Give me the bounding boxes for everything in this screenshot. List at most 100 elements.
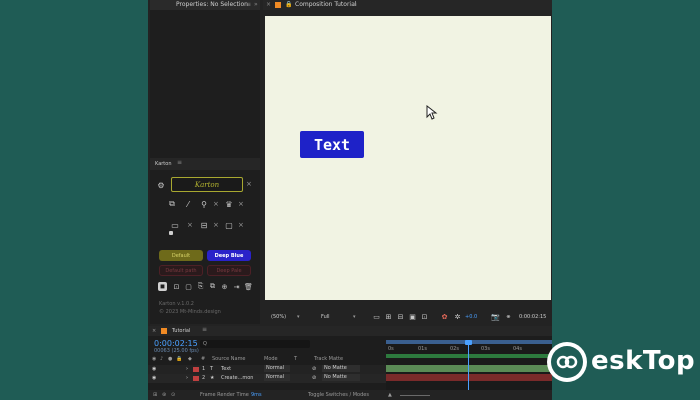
karton-panel: Karton ≡ ⚙ Karton × ⧉ ⁄ ⚲ × ♛ × ▭ × ⊟ × … bbox=[150, 158, 260, 324]
timeline-frame-info: 00063 (25.00 fps) bbox=[154, 348, 199, 354]
composition-tab[interactable]: Composition Tutorial bbox=[295, 0, 356, 10]
expand-layer-icon[interactable]: › bbox=[186, 366, 188, 372]
panel-close-icon[interactable]: × bbox=[266, 0, 271, 10]
layer-search-input[interactable]: Q bbox=[200, 340, 310, 348]
link-icon[interactable]: ⚲ bbox=[199, 199, 209, 209]
track-matte-select[interactable]: No Matte bbox=[322, 374, 360, 381]
visibility-toggle-icon[interactable]: ◉ bbox=[152, 366, 156, 372]
properties-panel-header: Properties: No Selection ≡ » bbox=[150, 0, 260, 10]
layer-duration-bar bbox=[386, 354, 552, 358]
karton-name-field[interactable]: Karton bbox=[171, 177, 243, 192]
layer-mode-select[interactable]: Normal bbox=[264, 365, 290, 372]
playhead[interactable] bbox=[468, 340, 469, 390]
expand-layer-icon[interactable]: › bbox=[186, 375, 188, 381]
zoom-out-icon[interactable]: ▲ bbox=[388, 392, 392, 398]
timeline-track-area[interactable]: 0s 01s 02s 03s 04s bbox=[386, 340, 552, 390]
magic-wand-icon[interactable]: ⁄ bbox=[183, 199, 193, 209]
ruler-label: 03s bbox=[481, 346, 490, 352]
ruler-label: 0s bbox=[388, 346, 394, 352]
layer-label-color[interactable] bbox=[193, 376, 199, 381]
t-header[interactable]: T bbox=[294, 356, 297, 362]
remove-link-icon[interactable]: × bbox=[213, 200, 219, 208]
duplicate-icon[interactable]: ⧉ bbox=[167, 199, 177, 209]
remove-crown-icon[interactable]: × bbox=[238, 200, 244, 208]
text-layer-preview[interactable]: Text bbox=[300, 131, 364, 158]
timeline-footer: ⊞ ⊛ ⊙ Frame Render Time 9ms Toggle Switc… bbox=[148, 390, 552, 400]
add-icon[interactable]: ⊕ bbox=[220, 282, 229, 291]
align-icon[interactable]: ▭ bbox=[170, 220, 180, 230]
timeline-zoom-slider[interactable] bbox=[400, 395, 430, 396]
remove-layout-icon[interactable]: × bbox=[213, 221, 219, 229]
watermark-text: eskTop bbox=[591, 346, 696, 376]
paste-icon[interactable]: ⎘ bbox=[196, 282, 205, 291]
preset-default-path-button[interactable]: Default path bbox=[159, 265, 203, 276]
lock-icon[interactable]: 🔒 bbox=[285, 0, 292, 10]
track-matte-header[interactable]: Track Matte bbox=[314, 356, 343, 362]
zoom-select[interactable]: (50%) bbox=[271, 314, 286, 320]
preset-deep-blue-button[interactable]: Deep Blue bbox=[207, 250, 251, 261]
layer-name[interactable]: Text bbox=[221, 366, 231, 372]
show-snapshot-icon[interactable]: ⚭ bbox=[504, 312, 513, 321]
resolution-dropdown-icon[interactable]: ▾ bbox=[353, 314, 356, 320]
composition-timecode[interactable]: 0:00:02:15 bbox=[519, 314, 546, 320]
resolution-select[interactable]: Full bbox=[321, 314, 330, 320]
layer-mode-select[interactable]: Normal bbox=[264, 374, 290, 381]
frame-icon[interactable]: ▢ bbox=[184, 282, 193, 291]
layer-bar-1[interactable] bbox=[386, 365, 552, 372]
timeline-timecode[interactable]: 0:00:02:15 bbox=[154, 339, 198, 348]
remove-align-icon[interactable]: × bbox=[187, 221, 193, 229]
track-matte-value: No Matte bbox=[324, 374, 347, 380]
layout-icon[interactable]: ⊟ bbox=[199, 220, 209, 230]
properties-panel-title: Properties: No Selection bbox=[176, 1, 248, 8]
grid-icon[interactable]: ⊡ bbox=[172, 282, 181, 291]
footer-toggle-icon[interactable]: ⊞ bbox=[153, 392, 157, 398]
camera-value[interactable]: +0.0 bbox=[465, 314, 477, 320]
layer-name[interactable]: Create...mon bbox=[221, 375, 253, 381]
rounded-rect-icon[interactable]: ▢ bbox=[224, 220, 234, 230]
toggle-switches-modes[interactable]: Toggle Switches / Modes bbox=[308, 392, 369, 398]
ruler-label: 02s bbox=[450, 346, 459, 352]
zoom-dropdown-icon[interactable]: ▾ bbox=[297, 314, 300, 320]
panel-menu-icon[interactable]: ≡ bbox=[246, 0, 251, 10]
toggle-icon[interactable]: ◼ bbox=[158, 282, 167, 291]
snapshot-icon[interactable]: 📷 bbox=[491, 312, 500, 321]
composition-menu-icon[interactable]: ≡ bbox=[352, 0, 357, 10]
matte-icon: ⊘ bbox=[312, 366, 317, 372]
copy-icon[interactable]: ⧉ bbox=[208, 282, 217, 291]
fit-icon[interactable]: ▭ bbox=[372, 312, 381, 321]
expand-icon[interactable]: » bbox=[254, 0, 258, 10]
exposure-icon[interactable]: ✲ bbox=[453, 312, 462, 321]
composition-panel-header: × 🔒 Composition Tutorial ≡ bbox=[263, 0, 552, 10]
composition-icon bbox=[275, 2, 281, 8]
visibility-toggle-icon[interactable]: ◉ bbox=[152, 375, 156, 381]
footer-flow-icon[interactable]: ⊙ bbox=[171, 392, 175, 398]
region-icon[interactable]: ⊞ bbox=[384, 312, 393, 321]
timeline-close-icon[interactable]: × bbox=[152, 328, 156, 334]
timeline-menu-icon[interactable]: ≡ bbox=[202, 326, 207, 333]
preset-deep-pale-button[interactable]: Deep Pale bbox=[207, 265, 251, 276]
karton-panel-menu-icon[interactable]: ≡ bbox=[177, 159, 182, 166]
timeline-tab[interactable]: Tutorial bbox=[172, 328, 190, 334]
composition-viewer[interactable] bbox=[265, 16, 551, 300]
guides-icon[interactable]: ⊡ bbox=[420, 312, 429, 321]
footer-graph-icon[interactable]: ⊛ bbox=[162, 392, 166, 398]
source-name-header[interactable]: Source Name bbox=[212, 356, 246, 362]
color-channel-icon[interactable]: ✿ bbox=[440, 312, 449, 321]
text-layer-preview-label: Text bbox=[313, 135, 351, 154]
layer-row-2[interactable]: ◉ › 2 ★ Create...mon Normal ⊘ No Matte bbox=[148, 374, 388, 383]
crown-icon[interactable]: ♛ bbox=[224, 199, 234, 209]
mode-header[interactable]: Mode bbox=[264, 356, 278, 362]
playhead-handle[interactable] bbox=[465, 340, 472, 345]
track-matte-select[interactable]: No Matte bbox=[322, 365, 360, 372]
clear-name-icon[interactable]: × bbox=[246, 180, 252, 188]
settings-gear-icon[interactable]: ⚙ bbox=[156, 180, 166, 190]
trash-icon[interactable]: 🗑 bbox=[244, 282, 253, 291]
layer-bar-2[interactable] bbox=[386, 374, 552, 381]
layer-row-1[interactable]: ◉ › 1 T Text Normal ⊘ No Matte bbox=[148, 365, 388, 374]
export-icon[interactable]: ⇥ bbox=[232, 282, 241, 291]
remove-rounded-rect-icon[interactable]: × bbox=[238, 221, 244, 229]
mask-icon[interactable]: ▣ bbox=[408, 312, 417, 321]
layer-label-color[interactable] bbox=[193, 367, 199, 372]
transparency-grid-icon[interactable]: ⊟ bbox=[396, 312, 405, 321]
preset-default-button[interactable]: Default bbox=[159, 250, 203, 261]
